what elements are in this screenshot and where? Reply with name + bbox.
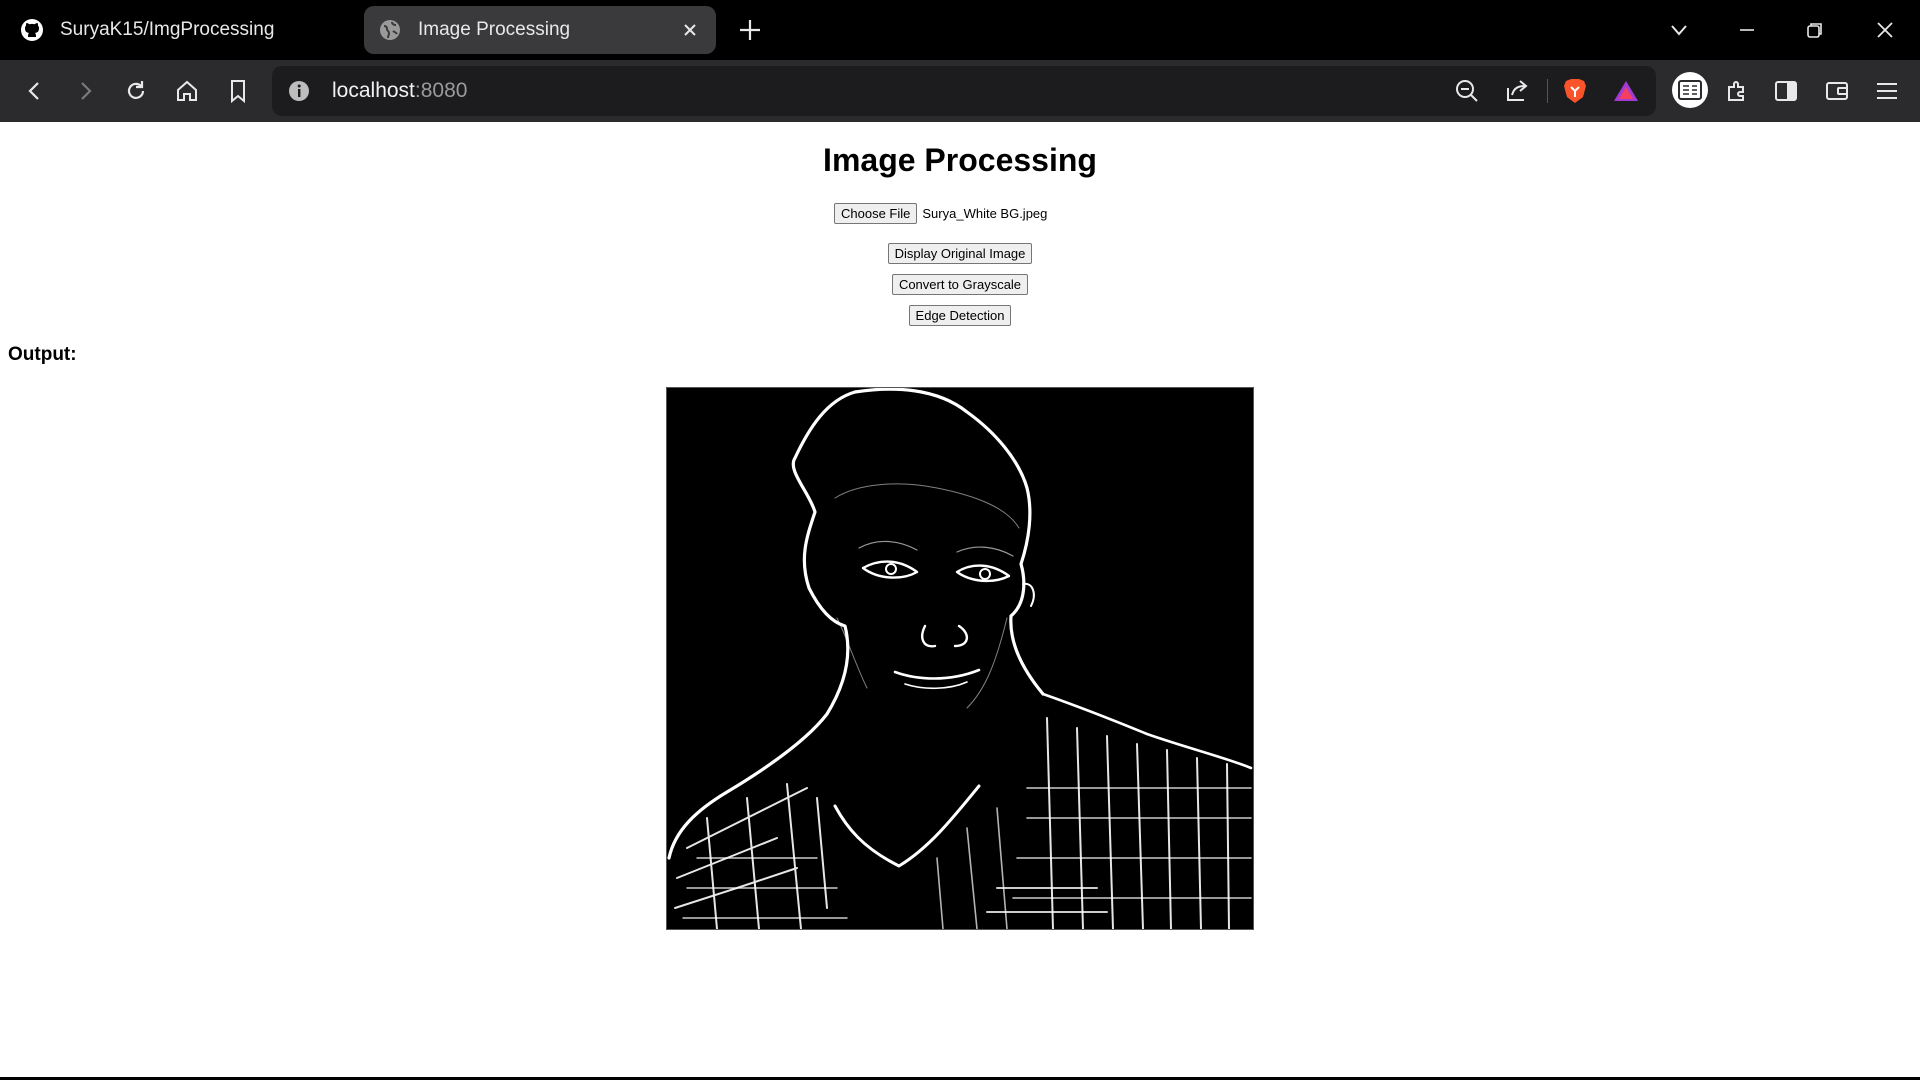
convert-to-grayscale-button[interactable]: Convert to Grayscale	[891, 274, 1029, 295]
address-bar[interactable]: localhost:8080	[272, 66, 1656, 116]
close-tab-icon[interactable]	[678, 18, 702, 42]
browser-toolbar: localhost:8080	[0, 60, 1920, 122]
choose-file-button[interactable]: Choose File	[834, 202, 918, 224]
tab-github[interactable]: SuryaK15/ImgProcessing	[10, 6, 355, 54]
url-text: localhost:8080	[332, 79, 468, 102]
page-content: Image Processing Choose File Surya_White…	[0, 122, 1920, 1077]
output-label: Output:	[8, 344, 77, 365]
forward-icon[interactable]	[68, 74, 102, 108]
menu-icon[interactable]	[1870, 74, 1904, 108]
extensions-icon[interactable]	[1720, 74, 1754, 108]
globe-icon	[378, 18, 402, 42]
close-window-icon[interactable]	[1870, 15, 1900, 45]
sidebar-icon[interactable]	[1769, 74, 1803, 108]
brave-shields-icon[interactable]	[1562, 77, 1588, 110]
back-icon[interactable]	[18, 74, 52, 108]
tab-title: Image Processing	[418, 19, 571, 40]
action-row: Display Original Image	[0, 243, 1920, 264]
brave-rewards-icon[interactable]	[1612, 79, 1640, 108]
page-title: Image Processing	[823, 142, 1097, 178]
restore-icon[interactable]	[1800, 15, 1830, 45]
action-row: Convert to Grayscale	[0, 274, 1920, 295]
tab-title: SuryaK15/ImgProcessing	[60, 19, 275, 40]
reader-mode-icon[interactable]	[1672, 72, 1708, 108]
zoom-out-icon[interactable]	[1454, 78, 1480, 109]
tab-search-chevron-icon[interactable]	[1664, 15, 1694, 45]
minimize-icon[interactable]	[1732, 15, 1762, 45]
tab-bar: SuryaK15/ImgProcessing Image Processing	[0, 0, 1920, 60]
new-tab-icon[interactable]	[736, 16, 764, 44]
file-input[interactable]: Choose File Surya_White BG.jpeg	[834, 202, 1047, 224]
selected-file-name: Surya_White BG.jpeg	[922, 205, 1048, 221]
github-icon	[20, 18, 44, 42]
action-row: Edge Detection	[0, 305, 1920, 326]
wallet-icon[interactable]	[1820, 74, 1854, 108]
edge-detection-button[interactable]: Edge Detection	[908, 305, 1012, 326]
share-icon[interactable]	[1504, 78, 1530, 109]
bookmark-icon[interactable]	[221, 74, 255, 108]
site-info-icon[interactable]	[288, 80, 310, 107]
output-image	[666, 387, 1254, 930]
home-icon[interactable]	[170, 74, 204, 108]
reload-icon[interactable]	[119, 74, 153, 108]
divider	[1547, 79, 1548, 103]
tab-image-processing[interactable]: Image Processing	[364, 6, 716, 54]
edge-detected-portrait-image	[667, 388, 1253, 929]
display-original-image-button[interactable]: Display Original Image	[887, 243, 1033, 264]
